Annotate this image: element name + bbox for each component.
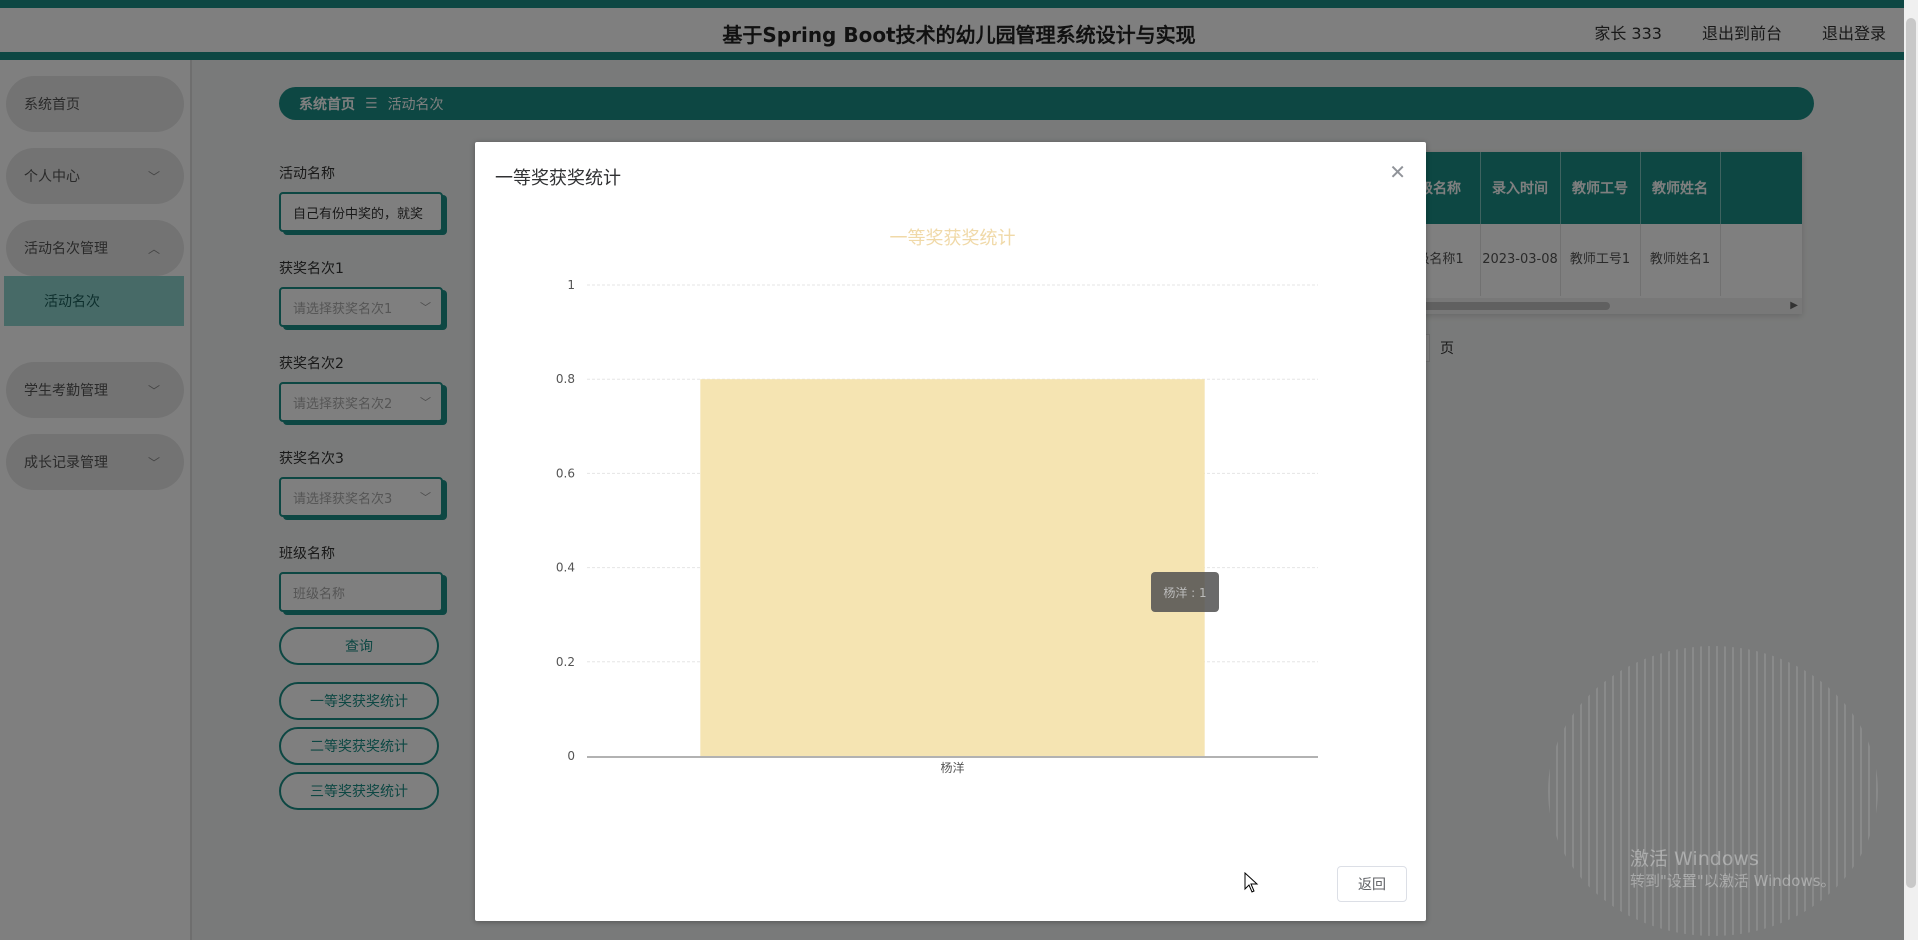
- watermark-title: 激活 Windows: [1630, 848, 1759, 870]
- y-tick-label: 0.2: [556, 655, 575, 669]
- watermark-subtitle: 转到"设置"以激活 Windows。: [1630, 872, 1836, 890]
- chart-tooltip: 杨洋 : 1: [1151, 572, 1219, 612]
- y-tick-label: 0.4: [556, 561, 575, 575]
- chart-title: 一等奖获奖统计: [890, 228, 1016, 249]
- stats-dialog: 一等奖获奖统计 ✕ 一等奖获奖统计 0 0.2 0.4 0.6 0.8 1 杨洋 杨洋 : 1…: [475, 142, 1426, 921]
- page-vertical-scrollbar[interactable]: [1904, 0, 1918, 940]
- watermark-graphic: [1548, 646, 1878, 936]
- y-tick-label: 0.6: [556, 466, 575, 480]
- bar: [700, 379, 1205, 756]
- mouse-cursor-icon: [1244, 872, 1259, 893]
- scrollbar-thumb[interactable]: [1906, 18, 1916, 888]
- x-tick-label: 杨洋: [940, 760, 964, 775]
- return-button[interactable]: 返回: [1337, 866, 1407, 902]
- y-tick-label: 1: [567, 278, 575, 292]
- y-tick-label: 0: [567, 749, 575, 763]
- bar-chart: 一等奖获奖统计 0 0.2 0.4 0.6 0.8 1 杨洋: [556, 228, 1318, 775]
- y-tick-label: 0.8: [556, 372, 575, 386]
